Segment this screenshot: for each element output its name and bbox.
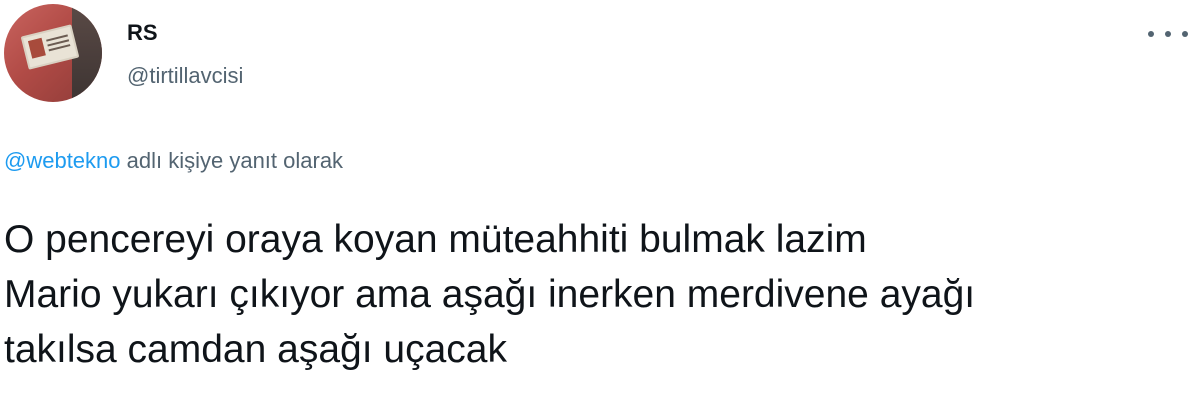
more-dot [1182, 31, 1188, 37]
display-name[interactable]: RS [127, 20, 158, 46]
avatar-sign-lines [46, 34, 68, 42]
avatar[interactable] [4, 4, 102, 102]
tweet-text-line: O pencereyi oraya koyan müteahhiti bulma… [4, 218, 867, 261]
tweet-text-line: takılsa camdan aşağı uçacak [4, 328, 507, 371]
reply-mention-link[interactable]: @webtekno [4, 148, 121, 173]
avatar-sign-detail [20, 24, 80, 70]
user-handle[interactable]: @tirtillavcisi [127, 63, 243, 89]
reply-context-text: adlı kişiye yanıt olarak [120, 148, 344, 173]
reply-context: @webtekno adlı kişiye yanıt olarak [4, 148, 343, 174]
tweet-card: RS @tirtillavcisi @webtekno adlı kişiye … [0, 0, 1200, 400]
more-dot [1148, 31, 1154, 37]
tweet-text-line: Mario yukarı çıkıyor ama aşağı inerken m… [4, 273, 976, 316]
tweet-text: O pencereyi oraya koyan müteahhiti bulma… [4, 212, 1194, 377]
more-dot [1165, 31, 1171, 37]
more-horizontal-icon[interactable] [1148, 26, 1188, 42]
avatar-sign-picture [27, 37, 46, 59]
